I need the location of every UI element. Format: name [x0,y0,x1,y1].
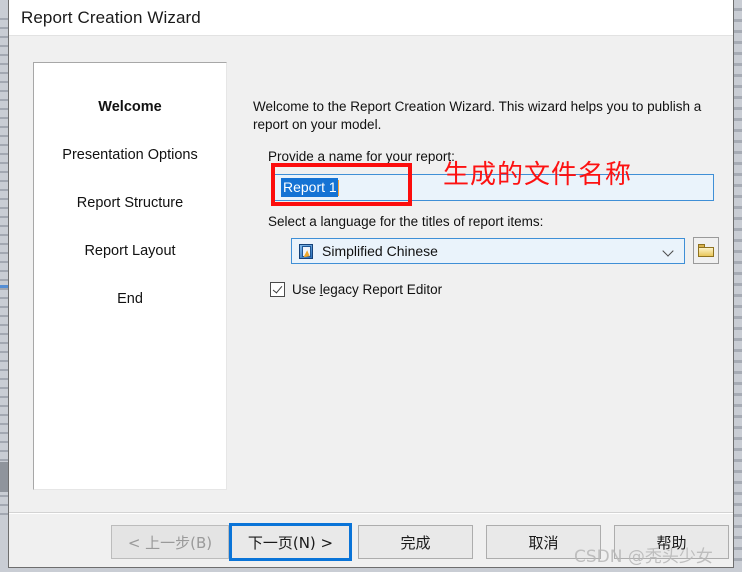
finish-button[interactable]: 完成 [358,525,473,559]
legacy-label-post: egacy Report Editor [322,282,443,297]
back-button[interactable]: < 上一步(B) [111,525,229,559]
dialog-body: Welcome Presentation Options Report Stru… [9,36,733,567]
chevron-down-icon[interactable] [663,246,674,257]
language-selected-value: Simplified Chinese [322,243,438,259]
intro-text: Welcome to the Report Creation Wizard. T… [253,99,702,132]
report-creation-wizard-dialog: Report Creation Wizard Welcome Presentat… [8,0,734,568]
sidebar-item-presentation-options[interactable]: Presentation Options [34,147,226,163]
language-select[interactable]: Simplified Chinese [291,238,685,264]
sidebar-item-report-layout[interactable]: Report Layout [34,243,226,259]
legacy-editor-checkbox[interactable] [270,282,285,297]
wizard-step-panel: Welcome Presentation Options Report Stru… [33,62,227,490]
folder-icon [698,244,714,257]
language-label: Select a language for the titles of repo… [268,214,544,229]
legacy-editor-row[interactable]: Use legacy Report Editor [270,282,442,297]
dictionary-book-icon [298,243,315,260]
next-button[interactable]: 下一页(N) > [229,523,352,561]
text-caret [337,179,339,196]
sidebar-item-report-structure[interactable]: Report Structure [34,195,226,211]
wizard-content: Welcome to the Report Creation Wizard. T… [253,36,723,567]
watermark: CSDN @秃头少女 [574,547,713,567]
footer-separator [9,512,733,514]
background-window-right [734,8,742,568]
legacy-label-pre: Use [292,282,320,297]
title-bar: Report Creation Wizard [9,0,733,36]
report-name-input[interactable]: Report 1 [271,174,714,201]
legacy-editor-label: Use legacy Report Editor [292,282,442,297]
report-name-value: Report 1 [281,178,338,197]
sidebar-item-end[interactable]: End [34,291,226,307]
browse-folder-button[interactable] [693,237,719,264]
report-name-label: Provide a name for your report: [268,149,455,164]
sidebar-item-welcome[interactable]: Welcome [34,99,226,115]
window-title: Report Creation Wizard [21,7,201,27]
